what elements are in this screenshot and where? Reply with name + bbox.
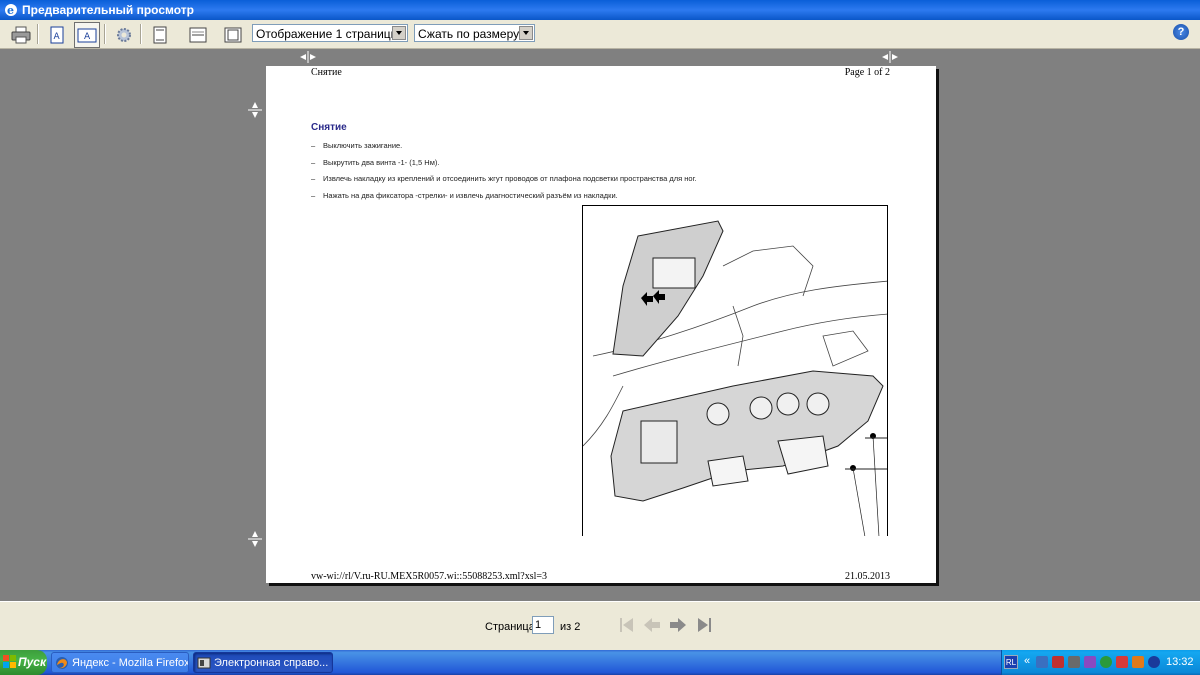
landscape-button[interactable]: A <box>74 22 100 48</box>
taskbar-item-reference[interactable]: Электронная справо... <box>193 652 333 673</box>
taskbar-item-firefox[interactable]: Яндекс - Mozilla Firefox <box>51 652 189 673</box>
taskbar-item-label: Яндекс - Mozilla Firefox <box>72 657 189 669</box>
start-label: Пуск <box>18 655 47 669</box>
page-number-input[interactable]: 1 <box>532 616 554 634</box>
help-button[interactable]: ? <box>1173 24 1189 40</box>
last-page-icon[interactable] <box>694 615 714 635</box>
top-margin-handle-icon[interactable] <box>248 101 262 119</box>
page-label: Страница <box>485 621 535 633</box>
dashboard-trim-drawing-icon <box>583 220 887 536</box>
toolbar-separator <box>37 24 39 44</box>
tray-app-icon[interactable] <box>1084 656 1096 668</box>
step-item: – Выкрутить два винта -1- (1,5 Нм). <box>311 158 440 167</box>
windows-flag-icon <box>3 655 16 668</box>
svg-text:A: A <box>84 32 91 42</box>
header-footer-icon <box>153 26 167 44</box>
page-view-value: Отображение 1 страницы <box>256 27 400 41</box>
title-bar: e Предварительный просмотр <box>0 0 1200 20</box>
chevron-down-icon[interactable] <box>392 26 406 40</box>
help-icon: ? <box>1177 26 1185 38</box>
portrait-button[interactable]: A <box>44 22 70 48</box>
step-item: – Извлечь накладку из креплений и отсоеди… <box>311 174 697 183</box>
full-page-icon <box>224 27 242 43</box>
left-margin-handle-icon[interactable] <box>299 51 317 63</box>
landscape-page-icon: A <box>77 28 97 43</box>
firefox-icon <box>56 657 68 669</box>
torrent-icon[interactable] <box>1100 656 1112 668</box>
page-header-left: Снятие <box>311 67 342 78</box>
portrait-page-icon: A <box>50 26 64 44</box>
step-item: – Выключить зажигание. <box>311 141 403 150</box>
bottom-margin-handle-icon[interactable] <box>248 530 262 548</box>
volume-icon[interactable] <box>1068 656 1080 668</box>
toolbar-separator <box>140 24 142 44</box>
page-header-right: Page 1 of 2 <box>844 67 890 78</box>
toolbar: A A Отображение 1 страницы Сжать по разм… <box>0 20 1200 49</box>
svg-text:e: e <box>7 4 14 17</box>
header-footer-button[interactable] <box>147 22 173 48</box>
chevron-down-icon[interactable] <box>519 26 533 40</box>
toolbar-separator <box>104 24 106 44</box>
taskbar: Пуск Яндекс - Mozilla Firefox Электронна… <box>0 650 1200 675</box>
full-width-button[interactable] <box>185 22 211 48</box>
previous-page-icon[interactable] <box>642 615 662 635</box>
right-margin-handle-icon[interactable] <box>881 51 899 63</box>
print-button[interactable] <box>8 22 34 48</box>
start-button[interactable]: Пуск <box>0 650 47 675</box>
page-setup-button[interactable] <box>111 22 137 48</box>
window-title: Предварительный просмотр <box>22 3 194 17</box>
update-icon[interactable] <box>1132 656 1144 668</box>
scale-value: Сжать по размеру <box>418 27 520 41</box>
full-page-button[interactable] <box>220 22 246 48</box>
step-item: – Нажать на два фиксатора -стрелки- и изв… <box>311 191 618 200</box>
printer-icon <box>11 26 31 44</box>
next-page-icon[interactable] <box>668 615 688 635</box>
page-count-label: из 2 <box>560 621 581 633</box>
application-icon <box>197 657 211 669</box>
language-indicator[interactable]: RL <box>1004 655 1018 669</box>
page-footer-left: vw-wi://rl/V.ru-RU.MEX5R0057.wi::5508825… <box>311 571 548 582</box>
page-width-icon <box>189 27 207 43</box>
tray-expand-icon[interactable]: « <box>1024 655 1030 667</box>
gear-icon <box>117 28 131 42</box>
first-page-icon[interactable] <box>617 615 637 635</box>
page-navigation: Страница 1 из 2 <box>0 601 1200 650</box>
preview-area[interactable]: Снятие Page 1 of 2 Снятие – Выключить заж… <box>0 49 1200 601</box>
technical-illustration <box>582 205 888 536</box>
svg-text:A: A <box>54 32 61 42</box>
shield-icon[interactable] <box>1116 656 1128 668</box>
scale-select[interactable]: Сжать по размеру <box>414 24 535 42</box>
page-view-select[interactable]: Отображение 1 страницы <box>252 24 408 42</box>
taskbar-item-label: Электронная справо... <box>214 657 329 669</box>
section-heading: Снятие <box>311 122 347 133</box>
preview-page: Снятие Page 1 of 2 Снятие – Выключить заж… <box>266 66 936 583</box>
network-icon[interactable] <box>1036 656 1048 668</box>
page-footer-right: 21.05.2013 <box>845 571 890 582</box>
antivirus-icon[interactable] <box>1052 656 1064 668</box>
internet-explorer-icon: e <box>5 4 17 17</box>
bluetooth-icon[interactable] <box>1148 656 1160 668</box>
clock[interactable]: 13:32 <box>1166 656 1194 668</box>
